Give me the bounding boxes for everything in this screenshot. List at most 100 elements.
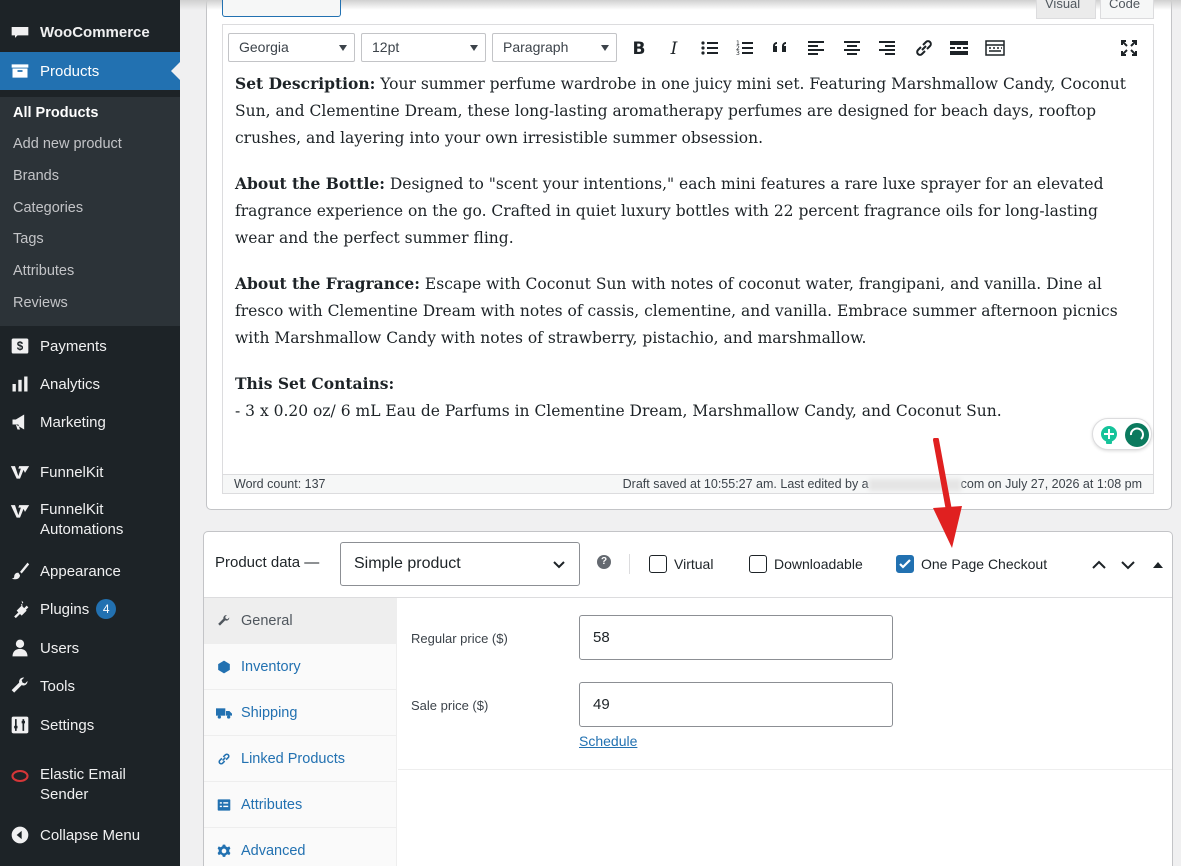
one-page-checkout-label: One Page Checkout xyxy=(921,556,1048,572)
tab-inventory[interactable]: Inventory xyxy=(204,644,397,690)
fullscreen-icon[interactable] xyxy=(1118,37,1140,59)
tab-linked-products[interactable]: Linked Products xyxy=(204,736,397,782)
link-icon[interactable] xyxy=(913,37,935,59)
submenu-brands[interactable]: Brands xyxy=(13,168,59,184)
tab-label: Linked Products xyxy=(241,750,345,767)
product-data-header: Product data — Simple product ? Virtual … xyxy=(204,532,1172,598)
tab-code[interactable]: Code xyxy=(1100,0,1154,19)
format-value: Paragraph xyxy=(503,39,569,55)
virtual-checkbox[interactable] xyxy=(649,555,667,573)
read-more-icon[interactable] xyxy=(948,37,970,59)
downloadable-checkbox[interactable] xyxy=(749,555,767,573)
product-data-panel: Product data — Simple product ? Virtual … xyxy=(203,531,1173,866)
collapse-panel-icon[interactable] xyxy=(1152,559,1164,571)
menu-label: WooCommerce xyxy=(40,23,150,41)
toolbar-toggle-icon[interactable] xyxy=(984,37,1006,59)
product-data-title: Product data — xyxy=(215,554,320,571)
menu-funnelkit[interactable]: FunnelKit xyxy=(0,458,180,486)
submenu-tags[interactable]: Tags xyxy=(13,231,44,247)
editor-content[interactable]: Set Description: Your summer perfume war… xyxy=(222,69,1154,474)
tab-visual[interactable]: Visual xyxy=(1036,0,1096,19)
plugins-update-badge: 4 xyxy=(96,599,117,619)
product-type-value: Simple product xyxy=(354,555,461,572)
tab-advanced[interactable]: Advanced xyxy=(204,828,397,866)
submenu-add-new-product[interactable]: Add new product xyxy=(13,136,122,152)
grammarly-icon xyxy=(1101,423,1149,447)
caret-down-icon xyxy=(339,45,347,51)
numbered-list-icon[interactable]: 123 xyxy=(734,37,756,59)
schedule-link[interactable]: Schedule xyxy=(579,733,637,749)
dollar-icon: $ xyxy=(9,335,31,357)
align-right-icon[interactable] xyxy=(876,37,898,59)
move-up-icon[interactable] xyxy=(1090,556,1108,574)
bold-icon[interactable]: B xyxy=(628,37,650,59)
funnelkit-automations-icon xyxy=(9,500,31,522)
menu-tools[interactable]: Tools xyxy=(0,672,180,700)
menu-label: Marketing xyxy=(40,413,106,431)
paragraph-about-fragrance: About the Fragrance: Escape with Coconut… xyxy=(235,270,1141,352)
text-set-contains: - 3 x 0.20 oz/ 6 mL Eau de Parfums in Cl… xyxy=(235,402,1002,420)
heading-set-contains: This Set Contains: xyxy=(235,374,395,393)
wrench-icon xyxy=(216,613,232,629)
align-left-icon[interactable] xyxy=(805,37,827,59)
italic-icon[interactable]: I xyxy=(663,37,685,59)
tab-shipping[interactable]: Shipping xyxy=(204,690,397,736)
menu-plugins[interactable]: Plugins 4 xyxy=(0,595,180,623)
tab-label: Attributes xyxy=(241,796,303,813)
bar-chart-icon xyxy=(9,373,31,395)
tab-code-label: Code xyxy=(1109,0,1141,11)
editor-status-bar: Word count: 137 Draft saved at 10:55:27 … xyxy=(222,474,1154,494)
tab-visual-label: Visual xyxy=(1045,0,1081,11)
move-down-icon[interactable] xyxy=(1119,556,1137,574)
menu-label: Tools xyxy=(40,677,76,695)
one-page-checkout-checkbox[interactable] xyxy=(896,555,914,573)
font-size-select[interactable]: 12pt xyxy=(361,33,486,62)
collapse-menu-button[interactable]: Collapse Menu xyxy=(0,821,180,849)
tab-label: Inventory xyxy=(241,658,301,675)
menu-woocommerce[interactable]: WooCommerce xyxy=(0,18,180,46)
blockquote-icon[interactable] xyxy=(770,37,792,59)
submenu-all-products[interactable]: All Products xyxy=(13,105,98,121)
bullet-list-icon[interactable] xyxy=(699,37,721,59)
submenu-reviews[interactable]: Reviews xyxy=(13,295,68,311)
format-select[interactable]: Paragraph xyxy=(492,33,617,62)
editor-toolbar: Georgia 12pt Paragraph B I 123 xyxy=(222,24,1154,69)
heading-about-bottle: About the Bottle: xyxy=(235,174,385,193)
add-media-button[interactable] xyxy=(222,0,341,17)
inventory-icon xyxy=(216,659,232,675)
menu-label: FunnelKit xyxy=(40,463,104,481)
grammarly-widget[interactable] xyxy=(1092,418,1152,450)
font-family-select[interactable]: Georgia xyxy=(228,33,355,62)
menu-payments[interactable]: $ Payments xyxy=(0,332,180,360)
tab-general[interactable]: General xyxy=(204,598,397,644)
submenu-categories[interactable]: Categories xyxy=(13,200,83,216)
menu-marketing[interactable]: Marketing xyxy=(0,408,180,436)
product-data-tabs: General Inventory Shipping Linked Produc… xyxy=(204,598,397,866)
submenu-attributes[interactable]: Attributes xyxy=(13,263,74,279)
collapse-icon xyxy=(9,824,31,846)
regular-price-input[interactable] xyxy=(579,615,893,660)
draft-status-prefix: Draft saved at 10:55:27 am. Last edited … xyxy=(622,477,869,491)
settings-sliders-icon xyxy=(9,714,31,736)
help-icon[interactable]: ? xyxy=(597,555,611,569)
menu-elastic-email[interactable]: Elastic Email Sender xyxy=(0,765,180,807)
paragraph-about-bottle: About the Bottle: Designed to "scent you… xyxy=(235,170,1141,252)
megaphone-icon xyxy=(9,411,31,433)
menu-funnelkit-automations[interactable]: FunnelKit Automations xyxy=(0,500,180,542)
tab-attributes[interactable]: Attributes xyxy=(204,782,397,828)
regular-price-label: Regular price ($) xyxy=(411,631,508,646)
caret-down-icon xyxy=(601,45,609,51)
sale-price-input[interactable] xyxy=(579,682,893,727)
products-submenu: All Products Add new product Brands Cate… xyxy=(0,97,180,326)
menu-settings[interactable]: Settings xyxy=(0,711,180,739)
menu-label: Collapse Menu xyxy=(40,826,141,844)
virtual-label: Virtual xyxy=(674,556,714,572)
menu-analytics[interactable]: Analytics xyxy=(0,370,180,398)
product-type-select[interactable]: Simple product xyxy=(340,542,580,586)
menu-appearance[interactable]: Appearance xyxy=(0,557,180,585)
divider xyxy=(398,769,1172,770)
menu-users[interactable]: Users xyxy=(0,634,180,662)
menu-products[interactable]: Products xyxy=(0,52,180,90)
align-center-icon[interactable] xyxy=(841,37,863,59)
menu-label: Appearance xyxy=(40,562,121,580)
